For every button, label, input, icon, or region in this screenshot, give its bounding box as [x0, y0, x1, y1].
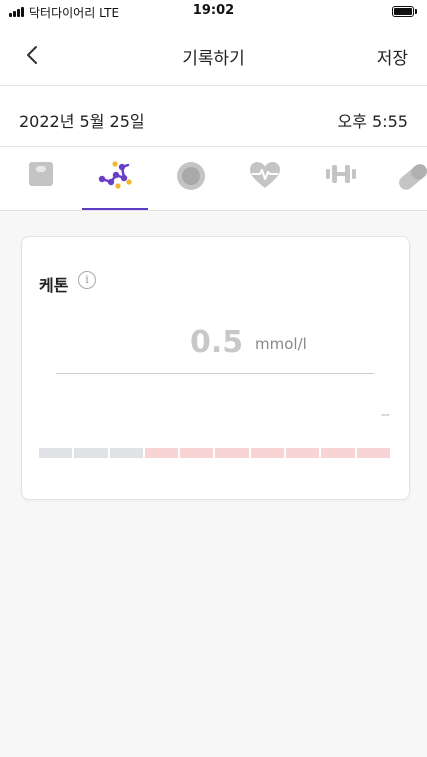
scale-segment	[250, 448, 285, 458]
tab-target[interactable]	[154, 147, 228, 210]
heart-pulse-icon	[250, 162, 280, 188]
tab-weight[interactable]	[4, 147, 78, 210]
tab-medication[interactable]	[376, 147, 427, 210]
scale-icon	[29, 162, 53, 186]
scale-segment	[74, 448, 108, 458]
status-bar: 닥터다이어리 LTE 19:02	[0, 0, 427, 24]
ketone-molecule-icon	[98, 161, 132, 189]
info-icon[interactable]: i	[78, 271, 96, 289]
card-title: 케톤	[39, 276, 69, 295]
unit-label: mmol/l	[255, 335, 307, 353]
ketone-level-scale	[39, 448, 390, 458]
ketone-value-input[interactable]: 0.5	[190, 325, 243, 360]
circle-target-icon	[177, 162, 205, 190]
ketone-card: 케톤 i 0.5 mmol/l --	[21, 236, 410, 500]
tab-ketone[interactable]	[78, 147, 152, 210]
battery-icon	[392, 6, 417, 17]
datetime-row: 2022년 5월 25일 오후 5:55	[0, 86, 427, 147]
scale-segment	[321, 448, 355, 458]
scale-segment	[39, 448, 73, 458]
scale-segment	[286, 448, 320, 458]
save-button[interactable]: 저장	[377, 44, 408, 69]
active-tab-indicator	[82, 208, 148, 210]
page-title: 기록하기	[182, 49, 245, 69]
pill-icon	[399, 164, 427, 190]
scale-segment	[144, 448, 179, 458]
tab-exercise[interactable]	[304, 147, 378, 210]
status-text: --	[380, 407, 390, 423]
time-picker[interactable]: 오후 5:55	[338, 108, 408, 132]
dumbbell-icon	[326, 165, 356, 183]
scale-segment	[215, 448, 249, 458]
input-underline	[56, 373, 374, 374]
nav-bar: 기록하기 저장	[0, 24, 427, 86]
date-picker[interactable]: 2022년 5월 25일	[19, 108, 145, 132]
top-panel: 닥터다이어리 LTE 19:02 기록하기 저장 2022년 5월 25일 오후…	[0, 0, 427, 211]
status-time: 19:02	[192, 3, 235, 18]
category-tabs	[0, 147, 427, 211]
scale-segment	[109, 448, 143, 458]
tab-heart[interactable]	[228, 147, 302, 210]
scale-segment	[180, 448, 214, 458]
scale-segment	[356, 448, 390, 458]
